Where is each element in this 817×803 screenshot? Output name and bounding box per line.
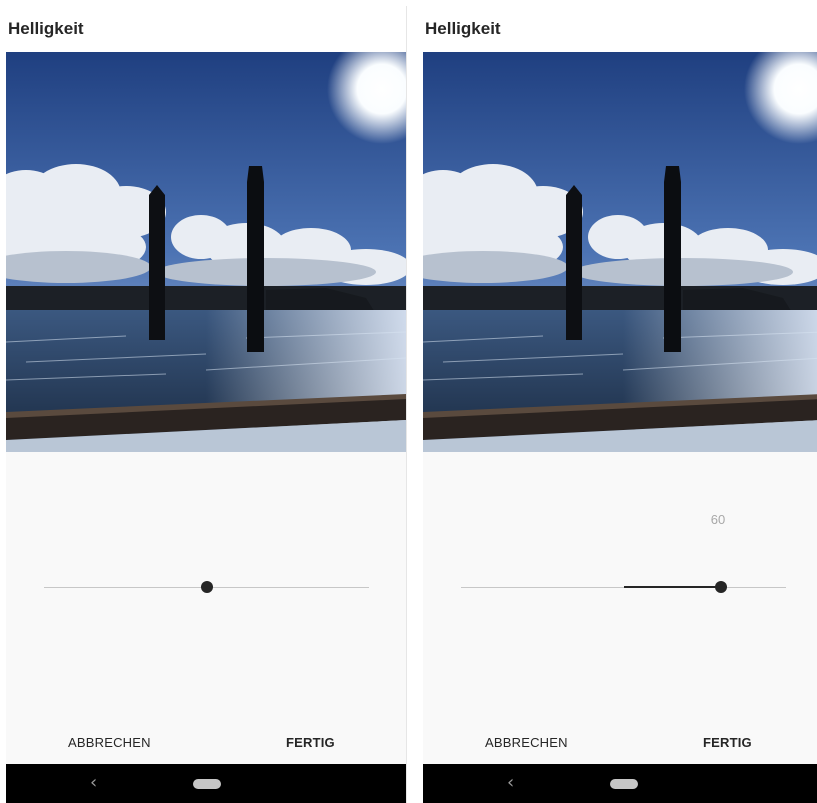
brightness-slider[interactable] xyxy=(44,580,369,594)
system-navigation-bar: ‹ xyxy=(423,764,817,803)
home-icon[interactable] xyxy=(610,779,638,789)
back-icon[interactable]: ‹ xyxy=(507,772,514,793)
screen-title: Helligkeit xyxy=(8,19,84,38)
screen-title: Helligkeit xyxy=(425,19,501,38)
editor-screen-left: Helligkeit ABBRECHEN FERTIG ‹ xyxy=(6,6,407,803)
toolbar: Helligkeit xyxy=(423,6,817,52)
home-icon[interactable] xyxy=(193,779,221,789)
photo-preview xyxy=(423,52,817,452)
slider-thumb[interactable] xyxy=(200,581,213,593)
slider-thumb[interactable] xyxy=(715,581,727,593)
brightness-slider[interactable] xyxy=(461,580,786,594)
editor-screen-right: Helligkeit 60 ABBRECHEN FERTIG ‹ xyxy=(423,6,817,803)
slider-fill xyxy=(623,586,721,588)
toolbar: Helligkeit xyxy=(6,6,406,52)
system-navigation-bar: ‹ xyxy=(6,764,406,803)
done-button[interactable]: FERTIG xyxy=(286,735,335,750)
done-button[interactable]: FERTIG xyxy=(703,735,752,750)
cancel-button[interactable]: ABBRECHEN xyxy=(485,735,568,750)
action-bar: ABBRECHEN FERTIG xyxy=(423,729,817,759)
brightness-value-label: 60 xyxy=(710,512,726,527)
cancel-button[interactable]: ABBRECHEN xyxy=(68,735,151,750)
action-bar: ABBRECHEN FERTIG xyxy=(6,729,406,759)
photo-preview xyxy=(6,52,406,452)
back-icon[interactable]: ‹ xyxy=(90,772,97,793)
